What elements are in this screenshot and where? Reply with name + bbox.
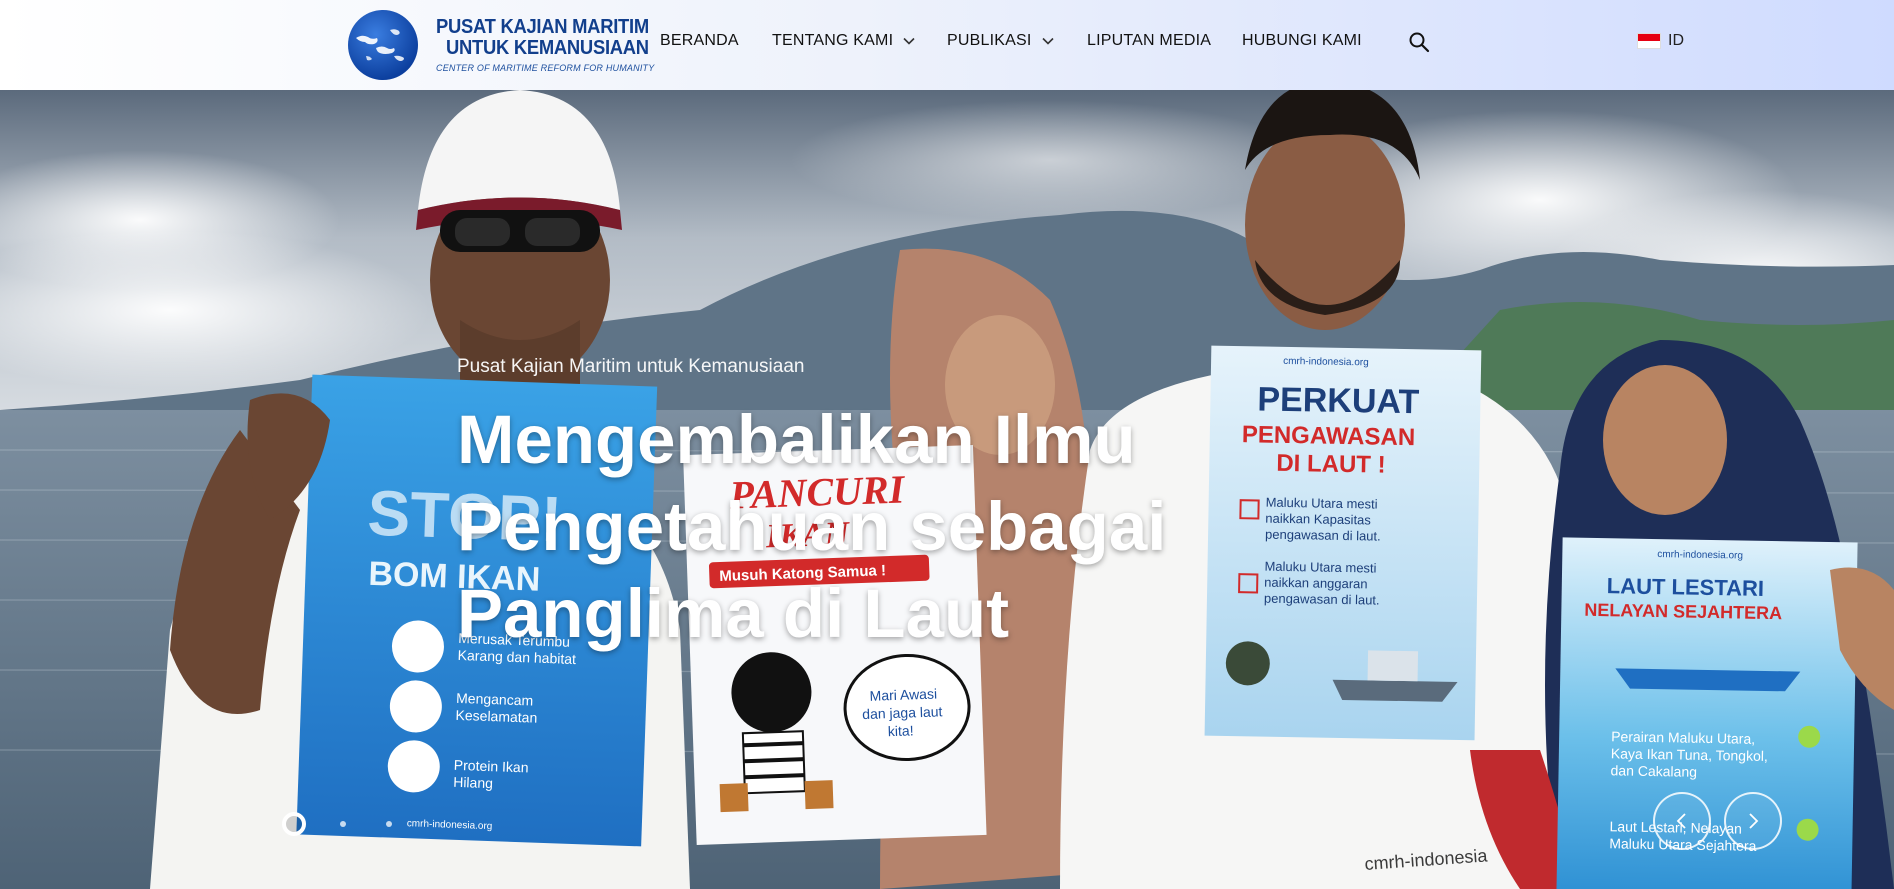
- slider-prev-button[interactable]: [1653, 792, 1711, 850]
- logo-title-line1: PUSAT KAJIAN MARITIM: [436, 15, 649, 38]
- svg-text:pengawasan di laut.: pengawasan di laut.: [1264, 591, 1380, 608]
- search-button[interactable]: [1408, 31, 1430, 53]
- logo-tagline: CENTER OF MARITIME REFORM FOR HUMANITY: [436, 62, 655, 73]
- nav-item-hubungi-kami[interactable]: HUBUNGI KAMI: [1242, 32, 1362, 50]
- nav-item-label: PUBLIKASI: [947, 32, 1032, 49]
- svg-text:LAUT LESTARI: LAUT LESTARI: [1607, 573, 1765, 601]
- nav-item-beranda[interactable]: BERANDA: [660, 32, 739, 50]
- svg-text:Mari Awasi: Mari Awasi: [869, 685, 937, 703]
- chevron-left-icon: [1676, 813, 1686, 829]
- language-switcher[interactable]: ID: [1638, 32, 1684, 50]
- svg-text:Maluku Utara mesti: Maluku Utara mesti: [1264, 559, 1376, 576]
- svg-text:pengawasan di laut.: pengawasan di laut.: [1265, 527, 1381, 544]
- slider-pagination: [282, 812, 432, 836]
- globe-logo-icon: [348, 10, 418, 80]
- svg-text:Kaya Ikan Tuna, Tongkol,: Kaya Ikan Tuna, Tongkol,: [1611, 745, 1768, 764]
- svg-text:Mengancam: Mengancam: [456, 690, 534, 709]
- svg-text:Hilang: Hilang: [453, 774, 493, 791]
- svg-text:naikkan anggaran: naikkan anggaran: [1264, 575, 1368, 592]
- svg-text:Keselamatan: Keselamatan: [455, 707, 537, 726]
- svg-text:cmrh-indonesia.org: cmrh-indonesia.org: [1283, 356, 1369, 368]
- chevron-down-icon: [903, 37, 915, 45]
- slider-next-button[interactable]: [1724, 792, 1782, 850]
- svg-text:dan Cakalang: dan Cakalang: [1610, 762, 1697, 780]
- hero-title: Mengembalikan Ilmu Pengetahuan sebagai P…: [457, 401, 1167, 652]
- slider-dot-3[interactable]: [386, 821, 392, 827]
- chevron-right-icon: [1749, 813, 1759, 829]
- indonesia-flag-icon: [1638, 34, 1660, 48]
- svg-text:Protein Ikan: Protein Ikan: [454, 757, 529, 776]
- nav-item-tentang-kami[interactable]: TENTANG KAMI: [772, 32, 915, 50]
- logo-title-line2: UNTUK KEMANUSIAAN: [446, 36, 649, 59]
- svg-text:Maluku Utara mesti: Maluku Utara mesti: [1266, 495, 1378, 512]
- slider-dot-2[interactable]: [340, 821, 346, 827]
- hero-slider: STOP! BOM IKAN Merusak Terumbu Karang da…: [0, 90, 1894, 889]
- svg-text:dan jaga laut: dan jaga laut: [862, 703, 943, 722]
- site-header: PUSAT KAJIAN MARITIM UNTUK KEMANUSIAAN C…: [0, 0, 1894, 90]
- svg-text:DI LAUT !: DI LAUT !: [1276, 450, 1386, 479]
- site-logo[interactable]: PUSAT KAJIAN MARITIM UNTUK KEMANUSIAAN C…: [346, 5, 667, 85]
- nav-item-label: TENTANG KAMI: [772, 32, 894, 49]
- svg-text:kita!: kita!: [888, 722, 914, 739]
- nav-item-label: BERANDA: [660, 32, 739, 49]
- hero-caption: Pusat Kajian Maritim untuk Kemanusiaan M…: [457, 356, 1177, 657]
- svg-text:Perairan Maluku Utara,: Perairan Maluku Utara,: [1611, 728, 1755, 747]
- nav-item-liputan-media[interactable]: LIPUTAN MEDIA: [1087, 32, 1211, 50]
- nav-item-label: LIPUTAN MEDIA: [1087, 32, 1212, 49]
- nav-item-label: HUBUNGI KAMI: [1242, 32, 1362, 49]
- chevron-down-icon: [1041, 37, 1054, 45]
- language-code: ID: [1668, 32, 1684, 49]
- svg-text:cmrh-indonesia.org: cmrh-indonesia.org: [1657, 549, 1743, 561]
- svg-text:naikkan Kapasitas: naikkan Kapasitas: [1265, 511, 1371, 528]
- svg-text:PERKUAT: PERKUAT: [1257, 380, 1420, 421]
- slider-dot-1[interactable]: [282, 812, 306, 836]
- search-icon: [1409, 32, 1430, 53]
- hero-kicker: Pusat Kajian Maritim untuk Kemanusiaan: [457, 356, 805, 377]
- nav-item-publikasi[interactable]: PUBLIKASI: [947, 32, 1054, 50]
- svg-text:PENGAWASAN: PENGAWASAN: [1242, 421, 1416, 451]
- svg-text:NELAYAN SEJAHTERA: NELAYAN SEJAHTERA: [1584, 600, 1782, 623]
